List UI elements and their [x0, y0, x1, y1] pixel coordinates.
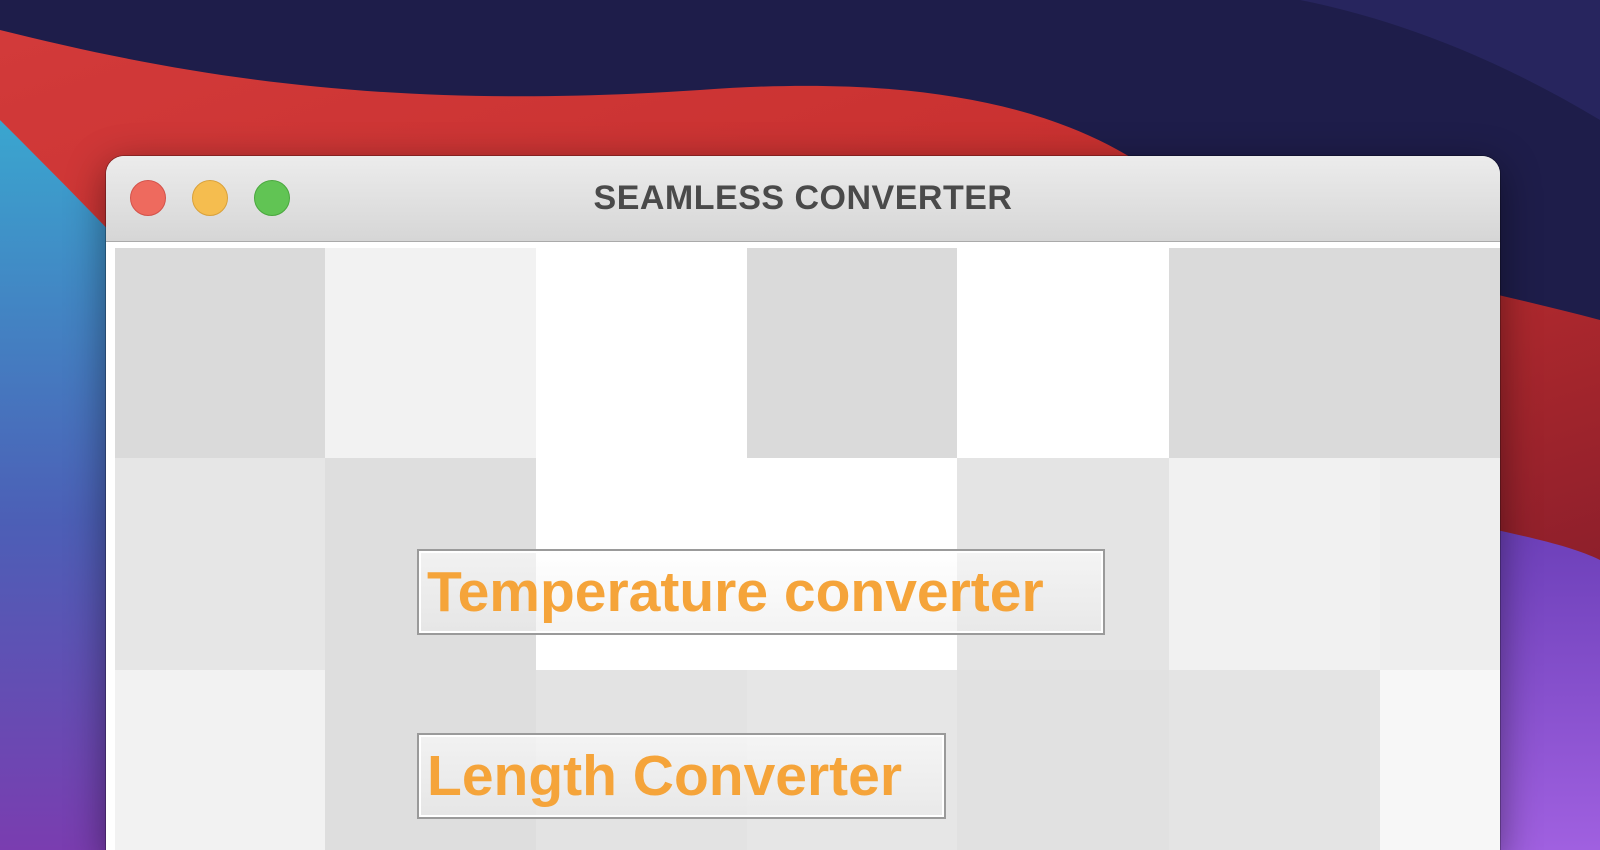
desktop-background: SEAMLESS CONVERTER Temperature converter…	[0, 0, 1600, 850]
background-tile	[747, 248, 957, 458]
background-tile	[1380, 670, 1500, 850]
temperature-converter-button[interactable]: Temperature converter	[417, 549, 1105, 635]
background-tile	[115, 670, 325, 850]
app-content: Temperature converter Length Converter	[106, 242, 1500, 850]
background-tile	[115, 248, 325, 458]
app-window: SEAMLESS CONVERTER Temperature converter…	[106, 156, 1500, 850]
background-tile	[957, 670, 1169, 850]
background-tile	[1380, 458, 1500, 670]
background-tile	[1169, 670, 1380, 850]
background-tile	[115, 458, 325, 670]
background-tile	[957, 248, 1169, 458]
background-tile	[1169, 248, 1500, 458]
window-title: SEAMLESS CONVERTER	[593, 179, 1013, 217]
title-bar[interactable]: SEAMLESS CONVERTER	[106, 156, 1500, 242]
background-tile	[1169, 458, 1380, 670]
length-converter-button[interactable]: Length Converter	[417, 733, 946, 819]
background-tile	[536, 248, 747, 458]
background-tile	[325, 248, 536, 458]
